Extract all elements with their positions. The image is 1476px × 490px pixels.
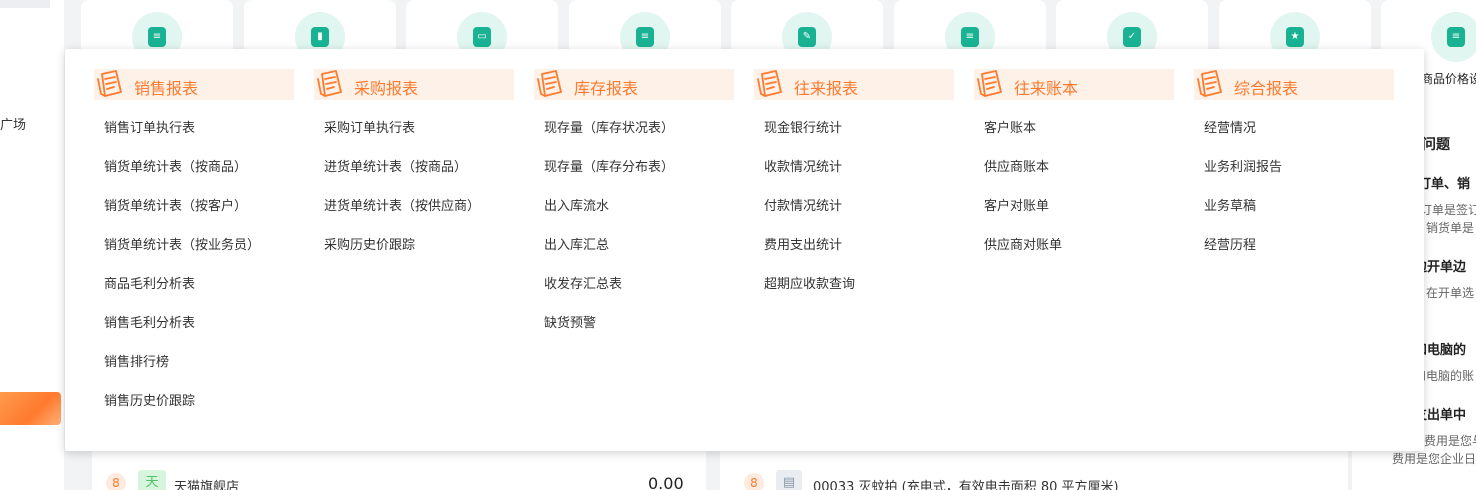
menu-item[interactable]: 客户账本 bbox=[984, 122, 1174, 161]
faq-line-4b: 费用是您企业日 bbox=[1392, 452, 1476, 466]
menu-column-sales: 销售报表 销售订单执行表 销货单统计表（按商品） 销货单统计表（按客户） 销货单… bbox=[94, 69, 294, 434]
sidebar-item-plaza[interactable]: 广场 bbox=[0, 114, 26, 133]
product-image-icon: ▤ bbox=[776, 470, 802, 490]
faq-line-1a: 订单是签订 bbox=[1420, 203, 1476, 217]
menu-item[interactable]: 现存量（库存状况表） bbox=[544, 122, 734, 161]
column-title: 往来账本 bbox=[1014, 79, 1079, 98]
report-clipboard-icon bbox=[977, 70, 1002, 97]
column-header: 库存报表 bbox=[534, 69, 734, 100]
column-header: 往来账本 bbox=[974, 69, 1174, 100]
column-header: 采购报表 bbox=[314, 69, 514, 100]
row-rank: 8 bbox=[744, 473, 764, 490]
menu-item[interactable]: 出入库流水 bbox=[544, 200, 734, 239]
column-header: 销售报表 bbox=[94, 69, 294, 100]
ranking-table-mid: 8 ▤ 00033 灭蚊拍 (充电式，有效电击面积 80 平方厘米) bbox=[720, 450, 1348, 490]
menu-column-inventory: 库存报表 现存量（库存状况表） 现存量（库存分布表） 出入库流水 出入库汇总 收… bbox=[534, 69, 734, 356]
reports-dropdown: 销售报表 销售订单执行表 销货单统计表（按商品） 销货单统计表（按客户） 销货单… bbox=[65, 49, 1424, 451]
menu-item[interactable]: 销售历史价跟踪 bbox=[104, 395, 294, 434]
report-clipboard-icon bbox=[317, 70, 342, 97]
menu-item[interactable]: 费用支出统计 bbox=[764, 239, 954, 278]
shop-amount: 0.00 bbox=[648, 474, 684, 490]
menu-item[interactable]: 收发存汇总表 bbox=[544, 278, 734, 317]
menu-item[interactable]: 客户对账单 bbox=[984, 200, 1174, 239]
report-clipboard-icon bbox=[757, 70, 782, 97]
menu-item[interactable]: 供应商对账单 bbox=[984, 239, 1174, 278]
menu-item[interactable]: 供应商账本 bbox=[984, 161, 1174, 200]
menu-item[interactable]: 出入库汇总 bbox=[544, 239, 734, 278]
menu-item[interactable]: 付款情况统计 bbox=[764, 200, 954, 239]
faq-line-4a: 费用是您与 bbox=[1424, 434, 1476, 448]
menu-item[interactable]: 进货单统计表（按供应商） bbox=[324, 200, 514, 239]
menu-item[interactable]: 现金银行统计 bbox=[764, 122, 954, 161]
column-header: 往来报表 bbox=[754, 69, 954, 100]
menu-item[interactable]: 销货单统计表（按商品） bbox=[104, 161, 294, 200]
menu-item[interactable]: 超期应收款查询 bbox=[764, 278, 954, 317]
menu-item[interactable]: 销货单统计表（按客户） bbox=[104, 200, 294, 239]
product-name[interactable]: 00033 灭蚊拍 (充电式，有效电击面积 80 平方厘米) bbox=[813, 476, 1119, 490]
menu-item[interactable]: 采购历史价跟踪 bbox=[324, 239, 514, 278]
column-header: 综合报表 bbox=[1194, 69, 1394, 100]
column-title: 综合报表 bbox=[1234, 79, 1299, 98]
menu-column-transactions: 往来报表 现金银行统计 收款情况统计 付款情况统计 费用支出统计 超期应收款查询 bbox=[754, 69, 954, 317]
left-sidebar: 广场 bbox=[0, 0, 64, 490]
column-title: 采购报表 bbox=[354, 79, 419, 98]
menu-item[interactable]: 收款情况统计 bbox=[764, 161, 954, 200]
faq-title-1[interactable]: 订单、销 bbox=[1418, 173, 1470, 192]
column-title: 库存报表 bbox=[574, 79, 639, 98]
menu-item[interactable]: 业务草稿 bbox=[1204, 200, 1394, 239]
menu-column-purchase: 采购报表 采购订单执行表 进货单统计表（按商品） 进货单统计表（按供应商） 采购… bbox=[314, 69, 514, 278]
faq-line-2a: 在开单选 bbox=[1426, 286, 1475, 300]
report-clipboard-icon bbox=[1197, 70, 1222, 97]
sidebar-active-tab[interactable] bbox=[0, 392, 61, 425]
report-clipboard-icon bbox=[97, 70, 122, 97]
price-doc-icon: ≡ bbox=[1431, 12, 1476, 62]
menu-item[interactable]: 进货单统计表（按商品） bbox=[324, 161, 514, 200]
menu-item[interactable]: 销售订单执行表 bbox=[104, 122, 294, 161]
menu-item[interactable]: 经营历程 bbox=[1204, 239, 1394, 278]
sidebar-top-strip bbox=[0, 0, 50, 8]
faq-line-1b: 销货单是 bbox=[1426, 221, 1475, 235]
ranking-table-left: 8 天 天猫旗舰店 0.00 bbox=[92, 450, 706, 490]
faq-heading: 问题 bbox=[1422, 137, 1450, 153]
shop-icon: 天 bbox=[138, 470, 166, 490]
menu-item[interactable]: 缺货预警 bbox=[544, 317, 734, 356]
column-title: 销售报表 bbox=[134, 79, 199, 98]
shop-name[interactable]: 天猫旗舰店 bbox=[174, 476, 239, 490]
quick-card-9-label: 商品价格设 bbox=[1421, 72, 1476, 86]
menu-item[interactable]: 业务利润报告 bbox=[1204, 161, 1394, 200]
menu-item[interactable]: 销售毛利分析表 bbox=[104, 317, 294, 356]
menu-item[interactable]: 销售排行榜 bbox=[104, 356, 294, 395]
menu-column-ledger: 往来账本 客户账本 供应商账本 客户对账单 供应商对账单 bbox=[974, 69, 1174, 278]
menu-column-overview: 综合报表 经营情况 业务利润报告 业务草稿 经营历程 bbox=[1194, 69, 1394, 278]
menu-item[interactable]: 采购订单执行表 bbox=[324, 122, 514, 161]
menu-item[interactable]: 销货单统计表（按业务员） bbox=[104, 239, 294, 278]
menu-item[interactable]: 现存量（库存分布表） bbox=[544, 161, 734, 200]
row-rank: 8 bbox=[106, 473, 126, 490]
menu-item[interactable]: 商品毛利分析表 bbox=[104, 278, 294, 317]
report-clipboard-icon bbox=[537, 70, 562, 97]
column-title: 往来报表 bbox=[794, 79, 859, 98]
menu-item[interactable]: 经营情况 bbox=[1204, 122, 1394, 161]
